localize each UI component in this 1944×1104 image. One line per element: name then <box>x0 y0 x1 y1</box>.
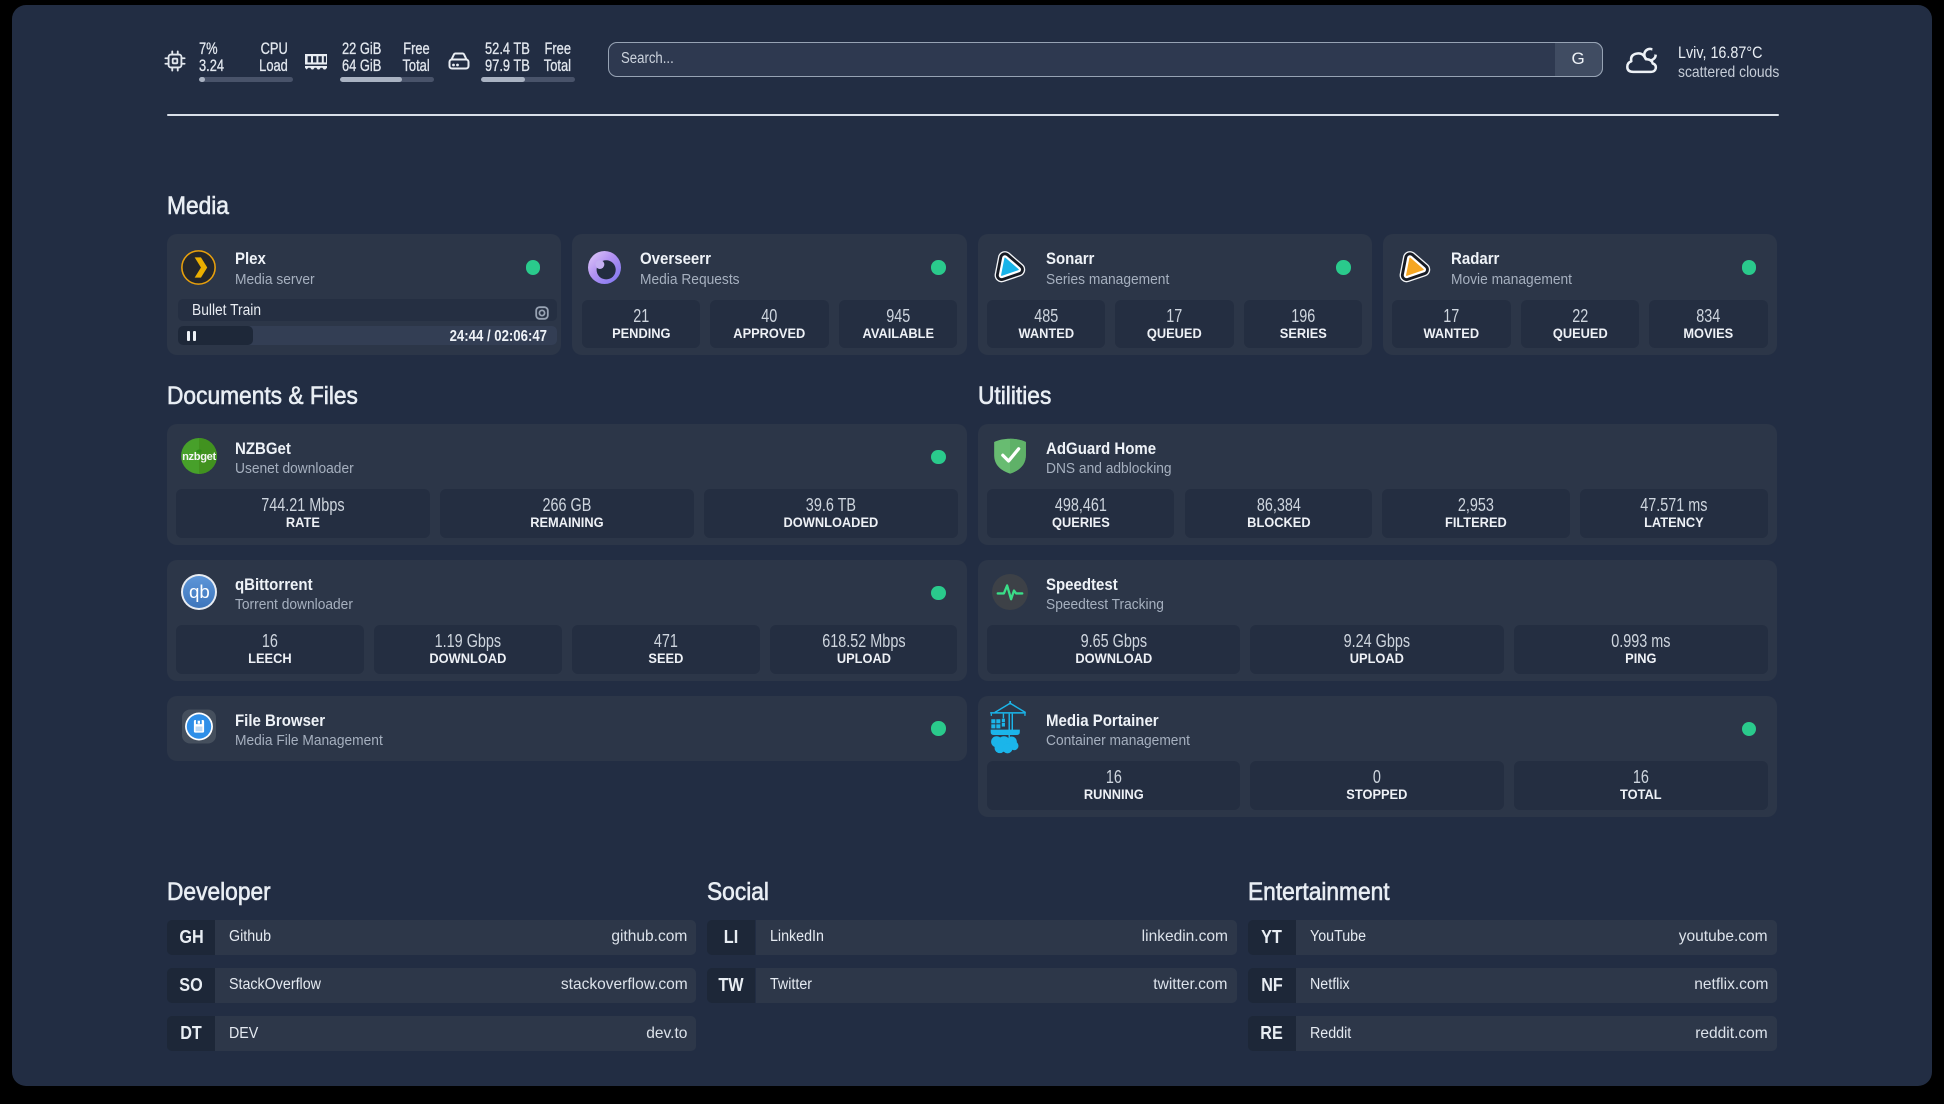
svg-text:nzbget: nzbget <box>182 450 216 462</box>
svg-text:qb: qb <box>189 580 210 601</box>
